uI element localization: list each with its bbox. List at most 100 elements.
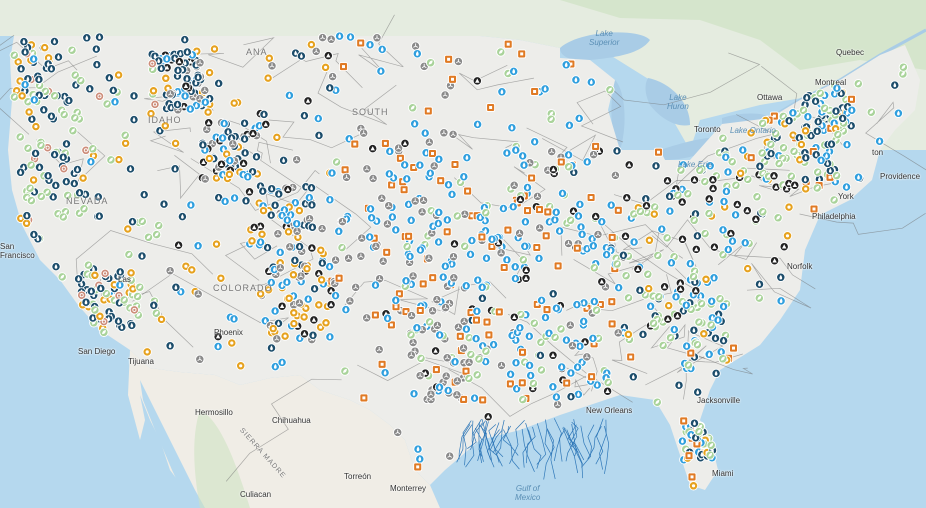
petroleum-marker[interactable] <box>684 451 694 461</box>
solar-marker[interactable] <box>800 126 811 136</box>
map-canvas[interactable] <box>0 0 926 508</box>
wind-marker[interactable] <box>496 360 507 371</box>
coal-marker[interactable] <box>326 299 336 310</box>
biomass-marker[interactable] <box>9 92 20 102</box>
natural-gas-marker[interactable] <box>566 368 576 378</box>
natural-gas-marker[interactable] <box>665 206 675 216</box>
solar-marker[interactable] <box>302 264 312 274</box>
coal-marker[interactable] <box>624 160 634 170</box>
wind-marker[interactable] <box>439 128 449 138</box>
biomass-marker[interactable] <box>550 332 560 343</box>
wind-marker[interactable] <box>410 41 421 51</box>
hydro-marker[interactable] <box>165 341 175 351</box>
petroleum-marker[interactable] <box>359 393 369 403</box>
hydro-marker[interactable] <box>91 44 101 54</box>
wind-marker[interactable] <box>459 316 469 327</box>
natural-gas-marker[interactable] <box>387 212 398 222</box>
petroleum-marker[interactable] <box>472 315 481 325</box>
wind-marker[interactable] <box>341 172 352 183</box>
hydro-marker[interactable] <box>612 146 622 156</box>
biomass-marker[interactable] <box>120 130 130 140</box>
natural-gas-marker[interactable] <box>573 211 584 221</box>
petroleum-marker[interactable] <box>543 207 553 217</box>
wind-marker[interactable] <box>415 371 425 381</box>
coal-marker[interactable] <box>515 194 526 205</box>
solar-marker[interactable] <box>796 139 807 150</box>
natural-gas-marker[interactable] <box>579 316 589 327</box>
wind-marker[interactable] <box>449 273 459 283</box>
solar-marker[interactable] <box>649 209 659 219</box>
natural-gas-marker[interactable] <box>193 241 203 251</box>
coal-marker[interactable] <box>483 412 493 422</box>
natural-gas-marker[interactable] <box>713 315 723 325</box>
natural-gas-marker[interactable] <box>524 331 534 341</box>
hydro-marker[interactable] <box>535 350 546 361</box>
natural-gas-marker[interactable] <box>459 172 469 182</box>
biomass-marker[interactable] <box>49 91 60 101</box>
hydro-marker[interactable] <box>193 72 203 82</box>
natural-gas-marker[interactable] <box>462 152 472 163</box>
biomass-marker[interactable] <box>340 366 350 376</box>
natural-gas-marker[interactable] <box>277 357 287 368</box>
biomass-marker[interactable] <box>789 146 799 157</box>
wind-marker[interactable] <box>272 334 282 344</box>
wind-marker[interactable] <box>326 34 336 44</box>
petroleum-marker[interactable] <box>415 306 425 315</box>
hydro-marker[interactable] <box>108 85 118 96</box>
biomass-marker[interactable] <box>831 170 842 181</box>
wind-marker[interactable] <box>195 58 205 68</box>
natural-gas-marker[interactable] <box>723 167 733 177</box>
biomass-marker[interactable] <box>68 126 78 136</box>
geothermal-marker[interactable] <box>100 268 110 279</box>
natural-gas-marker[interactable] <box>313 113 323 124</box>
wind-marker[interactable] <box>327 71 338 82</box>
natural-gas-marker[interactable] <box>564 120 575 130</box>
coal-marker[interactable] <box>597 277 607 287</box>
hydro-marker[interactable] <box>127 320 137 331</box>
natural-gas-marker[interactable] <box>508 202 518 212</box>
hydro-marker[interactable] <box>172 99 183 110</box>
biomass-marker[interactable] <box>853 79 863 89</box>
solar-marker[interactable] <box>263 73 273 83</box>
natural-gas-marker[interactable] <box>571 75 581 85</box>
hydro-marker[interactable] <box>651 161 661 171</box>
hydro-marker[interactable] <box>766 148 776 159</box>
biomass-marker[interactable] <box>9 50 19 60</box>
wind-marker[interactable] <box>345 296 355 306</box>
hydro-marker[interactable] <box>182 74 192 84</box>
wind-marker[interactable] <box>593 229 603 240</box>
natural-gas-marker[interactable] <box>572 299 582 310</box>
natural-gas-marker[interactable] <box>534 253 544 264</box>
coal-marker[interactable] <box>675 284 686 294</box>
natural-gas-marker[interactable] <box>629 237 639 247</box>
natural-gas-marker[interactable] <box>551 392 562 402</box>
natural-gas-marker[interactable] <box>718 301 729 312</box>
petroleum-marker[interactable] <box>562 378 572 388</box>
natural-gas-marker[interactable] <box>186 200 196 210</box>
natural-gas-marker[interactable] <box>467 235 477 246</box>
hydro-marker[interactable] <box>81 297 91 307</box>
natural-gas-marker[interactable] <box>433 237 444 247</box>
hydro-marker[interactable] <box>710 333 721 343</box>
coal-marker[interactable] <box>368 143 378 154</box>
biomass-marker[interactable] <box>88 144 98 154</box>
hydro-marker[interactable] <box>278 155 289 166</box>
wind-marker[interactable] <box>193 289 203 299</box>
natural-gas-marker[interactable] <box>524 360 535 371</box>
wind-marker[interactable] <box>432 320 443 331</box>
wind-marker[interactable] <box>613 328 623 338</box>
biomass-marker[interactable] <box>563 162 574 172</box>
wind-marker[interactable] <box>418 195 429 206</box>
natural-gas-marker[interactable] <box>666 258 677 268</box>
wind-marker[interactable] <box>610 170 621 181</box>
hydro-marker[interactable] <box>49 149 60 160</box>
solar-marker[interactable] <box>17 91 27 101</box>
petroleum-marker[interactable] <box>399 185 409 195</box>
biomass-marker[interactable] <box>621 271 631 281</box>
hydro-marker[interactable] <box>43 171 53 181</box>
wind-marker[interactable] <box>424 253 434 263</box>
biomass-marker[interactable] <box>556 324 566 334</box>
wind-marker[interactable] <box>372 33 382 43</box>
hydro-marker[interactable] <box>306 183 317 193</box>
hydro-marker[interactable] <box>171 282 181 292</box>
